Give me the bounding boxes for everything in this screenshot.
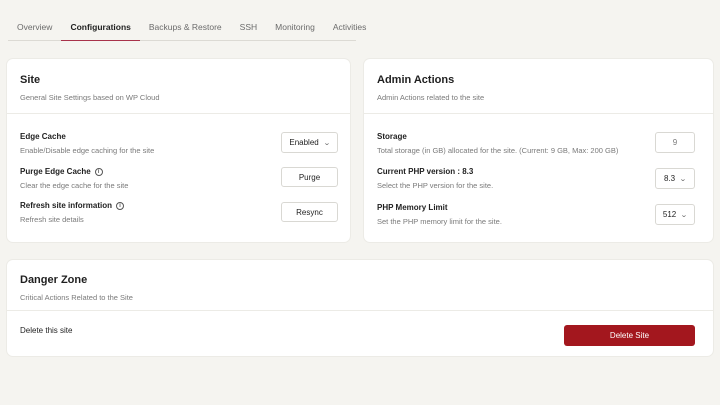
- purge-label: Purge Edge Cache: [20, 167, 91, 176]
- memory-limit-row: PHP Memory Limit Set the PHP memory limi…: [377, 203, 700, 226]
- tab-configurations[interactable]: Configurations: [61, 14, 140, 41]
- php-version-select[interactable]: 8.3 ⌄: [655, 168, 695, 189]
- danger-zone-card: Danger Zone Critical Actions Related to …: [7, 260, 713, 356]
- admin-actions-card: Admin Actions Admin Actions related to t…: [364, 59, 713, 242]
- site-card: Site General Site Settings based on WP C…: [7, 59, 350, 242]
- php-version-value: 8.3: [664, 174, 676, 183]
- danger-zone-header: Danger Zone Critical Actions Related to …: [7, 260, 713, 311]
- php-version-desc: Select the PHP version for the site.: [377, 181, 494, 190]
- storage-input[interactable]: 9: [655, 132, 695, 153]
- info-icon[interactable]: i: [116, 201, 125, 210]
- memory-limit-desc: Set the PHP memory limit for the site.: [377, 217, 502, 226]
- purge-button[interactable]: Purge: [281, 167, 338, 187]
- admin-card-subtitle: Admin Actions related to the site: [377, 93, 485, 102]
- storage-label: Storage: [377, 132, 407, 141]
- site-card-title: Site: [20, 74, 41, 86]
- danger-zone-subtitle: Critical Actions Related to the Site: [20, 293, 133, 302]
- admin-card-header: Admin Actions Admin Actions related to t…: [364, 59, 713, 114]
- chevron-down-icon: ⌄: [322, 139, 331, 147]
- tab-backups-restore[interactable]: Backups & Restore: [140, 14, 231, 40]
- storage-row: Storage Total storage (in GB) allocated …: [377, 132, 700, 155]
- resync-button[interactable]: Resync: [281, 202, 338, 222]
- chevron-down-icon: ⌄: [679, 175, 687, 183]
- tab-overview[interactable]: Overview: [8, 14, 61, 40]
- tab-bar: Overview Configurations Backups & Restor…: [8, 14, 366, 41]
- memory-limit-select[interactable]: 512 ⌄: [655, 204, 695, 225]
- tab-activities[interactable]: Activities: [324, 14, 376, 40]
- edge-cache-select[interactable]: Enabled ⌄: [281, 132, 338, 153]
- memory-limit-value: 512: [662, 210, 677, 219]
- delete-site-button[interactable]: Delete Site: [564, 325, 695, 346]
- danger-zone-title: Danger Zone: [20, 274, 88, 286]
- admin-card-title: Admin Actions: [377, 74, 455, 86]
- tab-monitoring[interactable]: Monitoring: [266, 14, 324, 40]
- php-version-label: Current PHP version : 8.3: [377, 167, 474, 176]
- tab-ssh[interactable]: SSH: [231, 14, 266, 40]
- site-card-subtitle: General Site Settings based on WP Cloud: [20, 93, 160, 102]
- edge-cache-value: Enabled: [289, 138, 319, 147]
- php-version-row: Current PHP version : 8.3 Select the PHP…: [377, 167, 700, 190]
- chevron-down-icon: ⌄: [680, 211, 688, 219]
- refresh-label: Refresh site information: [20, 201, 113, 210]
- memory-limit-label: PHP Memory Limit: [377, 203, 448, 212]
- storage-desc: Total storage (in GB) allocated for the …: [377, 146, 619, 155]
- info-icon[interactable]: i: [94, 167, 103, 176]
- site-card-header: Site General Site Settings based on WP C…: [7, 59, 350, 114]
